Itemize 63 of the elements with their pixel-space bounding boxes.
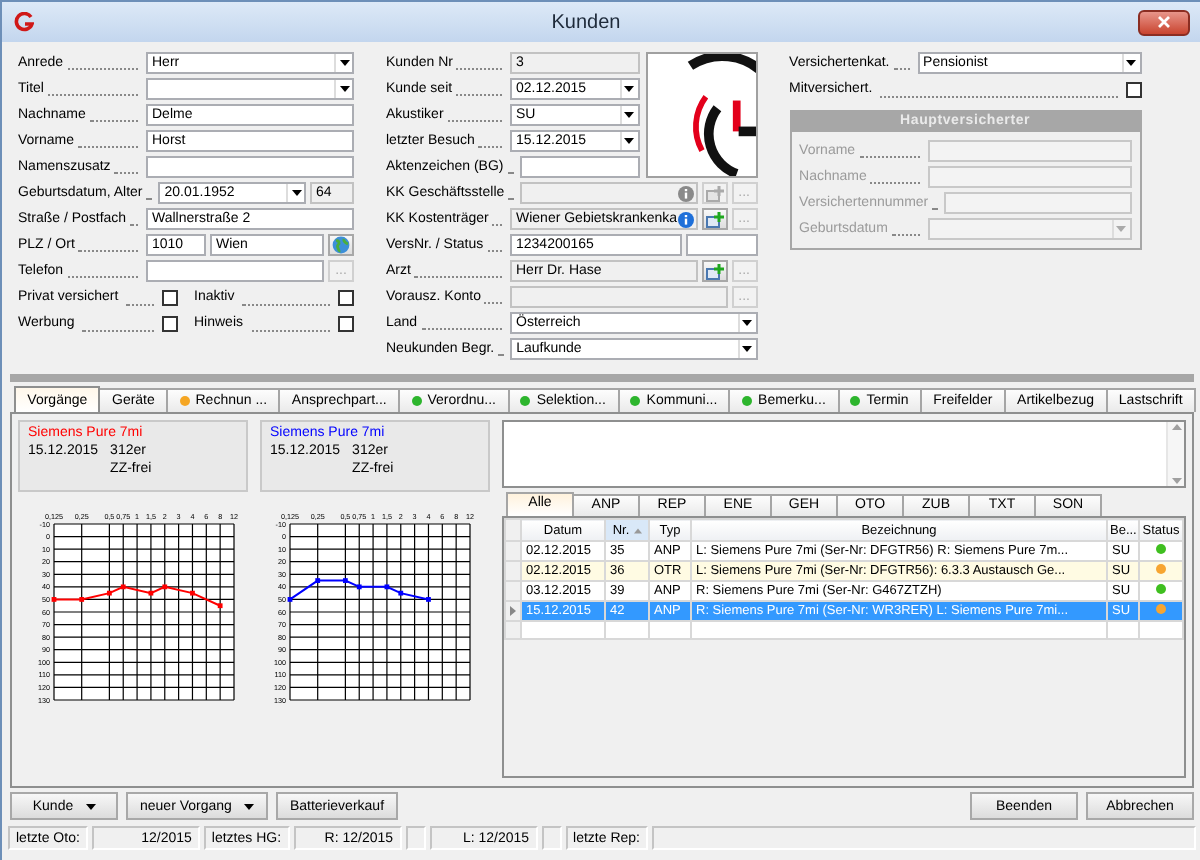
caret-icon — [339, 86, 349, 92]
caret-icon — [624, 86, 635, 92]
card-plus-icon — [705, 263, 724, 279]
caret-icon — [742, 346, 753, 352]
caret-icon — [1116, 226, 1127, 232]
data-point — [356, 584, 362, 590]
data-point — [107, 590, 112, 596]
status-cell — [405, 826, 426, 850]
data-point — [426, 597, 431, 602]
input-field[interactable] — [944, 192, 1132, 214]
readonly-field[interactable] — [510, 286, 728, 308]
input-field[interactable] — [927, 166, 1132, 188]
data-point — [51, 597, 57, 602]
checkbox[interactable] — [162, 315, 178, 331]
checkbox[interactable] — [338, 289, 354, 305]
caret-icon — [243, 803, 254, 809]
app-logo-icon — [14, 12, 34, 32]
globe-icon — [332, 236, 350, 254]
caret-icon — [1126, 60, 1137, 66]
data-point — [398, 590, 404, 596]
row-pointer-icon — [510, 606, 516, 616]
caret-icon — [742, 320, 753, 326]
checkbox[interactable] — [162, 289, 178, 305]
sort-icon — [633, 527, 642, 533]
scroll-down-icon[interactable] — [1171, 478, 1181, 484]
scrollbar[interactable] — [1166, 422, 1184, 486]
dropdown-field[interactable] — [146, 78, 354, 100]
data-point — [217, 603, 223, 609]
data-point — [315, 578, 321, 583]
data-point — [287, 597, 293, 602]
close-button[interactable] — [1138, 9, 1190, 35]
data-point — [190, 590, 195, 596]
caret-icon — [624, 112, 635, 118]
input-field[interactable] — [927, 140, 1132, 162]
data-point — [120, 584, 126, 590]
data-point — [148, 590, 154, 596]
card-plus-icon — [705, 185, 724, 201]
input-field[interactable] — [146, 156, 354, 178]
add-card-button[interactable] — [701, 208, 728, 230]
dropdown-field[interactable] — [927, 218, 1132, 240]
notes-field[interactable] — [502, 420, 1186, 488]
caret-icon — [291, 190, 301, 196]
arcs-logo-drawing — [645, 52, 758, 178]
caret-icon — [624, 138, 635, 144]
data-point — [343, 578, 348, 583]
card-plus-icon — [705, 211, 724, 227]
data-point — [384, 584, 390, 590]
checkbox[interactable] — [1125, 81, 1142, 97]
globe-button[interactable] — [328, 234, 354, 256]
input-field[interactable] — [146, 260, 324, 282]
data-point — [162, 584, 168, 590]
checkbox[interactable] — [338, 315, 354, 331]
scroll-up-icon[interactable] — [1171, 424, 1181, 430]
input-field[interactable] — [519, 156, 640, 178]
caret-icon — [339, 60, 349, 66]
readonly-field[interactable] — [520, 182, 698, 204]
add-card-button[interactable] — [701, 260, 728, 282]
window-title: Kunden — [549, 11, 623, 33]
input-field[interactable] — [685, 234, 758, 256]
caret-icon — [85, 803, 96, 809]
data-point — [79, 597, 85, 602]
status-cell — [541, 826, 562, 850]
close-icon — [1158, 16, 1170, 28]
